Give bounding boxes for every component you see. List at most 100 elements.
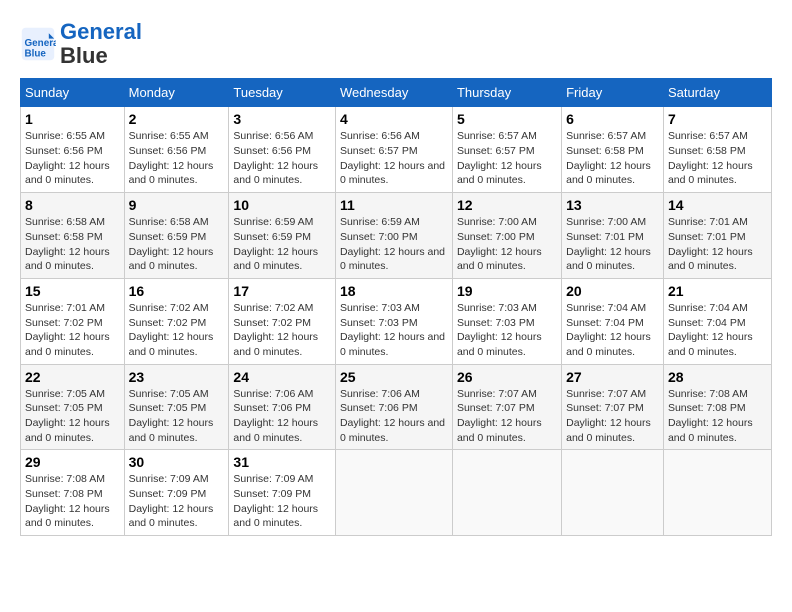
day-number: 31 (233, 454, 331, 470)
day-detail: Sunrise: 7:08 AM Sunset: 7:08 PM Dayligh… (668, 387, 767, 446)
day-detail: Sunrise: 6:58 AM Sunset: 6:58 PM Dayligh… (25, 215, 120, 274)
day-number: 21 (668, 283, 767, 299)
day-number: 16 (129, 283, 225, 299)
calendar-cell (562, 450, 664, 536)
day-detail: Sunrise: 7:02 AM Sunset: 7:02 PM Dayligh… (233, 301, 331, 360)
day-detail: Sunrise: 6:56 AM Sunset: 6:56 PM Dayligh… (233, 129, 331, 188)
week-row-1: 1 Sunrise: 6:55 AM Sunset: 6:56 PM Dayli… (21, 107, 772, 193)
day-detail: Sunrise: 7:08 AM Sunset: 7:08 PM Dayligh… (25, 472, 120, 531)
day-number: 7 (668, 111, 767, 127)
day-number: 28 (668, 369, 767, 385)
calendar-cell: 16 Sunrise: 7:02 AM Sunset: 7:02 PM Dayl… (124, 278, 229, 364)
day-number: 25 (340, 369, 448, 385)
col-header-thursday: Thursday (452, 79, 561, 107)
col-header-saturday: Saturday (663, 79, 771, 107)
calendar-cell (663, 450, 771, 536)
page-header: General Blue GeneralBlue (20, 20, 772, 68)
day-number: 22 (25, 369, 120, 385)
day-detail: Sunrise: 7:06 AM Sunset: 7:06 PM Dayligh… (340, 387, 448, 446)
col-header-tuesday: Tuesday (229, 79, 336, 107)
day-detail: Sunrise: 7:04 AM Sunset: 7:04 PM Dayligh… (566, 301, 659, 360)
calendar-cell: 11 Sunrise: 6:59 AM Sunset: 7:00 PM Dayl… (335, 193, 452, 279)
day-detail: Sunrise: 7:04 AM Sunset: 7:04 PM Dayligh… (668, 301, 767, 360)
calendar-cell: 23 Sunrise: 7:05 AM Sunset: 7:05 PM Dayl… (124, 364, 229, 450)
logo-icon: General Blue (20, 26, 56, 62)
calendar-cell: 24 Sunrise: 7:06 AM Sunset: 7:06 PM Dayl… (229, 364, 336, 450)
day-number: 1 (25, 111, 120, 127)
day-number: 5 (457, 111, 557, 127)
calendar-cell: 9 Sunrise: 6:58 AM Sunset: 6:59 PM Dayli… (124, 193, 229, 279)
calendar-cell: 31 Sunrise: 7:09 AM Sunset: 7:09 PM Dayl… (229, 450, 336, 536)
col-header-wednesday: Wednesday (335, 79, 452, 107)
day-number: 10 (233, 197, 331, 213)
calendar-cell: 25 Sunrise: 7:06 AM Sunset: 7:06 PM Dayl… (335, 364, 452, 450)
week-row-5: 29 Sunrise: 7:08 AM Sunset: 7:08 PM Dayl… (21, 450, 772, 536)
day-detail: Sunrise: 7:01 AM Sunset: 7:02 PM Dayligh… (25, 301, 120, 360)
day-detail: Sunrise: 7:02 AM Sunset: 7:02 PM Dayligh… (129, 301, 225, 360)
calendar-cell: 20 Sunrise: 7:04 AM Sunset: 7:04 PM Dayl… (562, 278, 664, 364)
calendar-cell: 1 Sunrise: 6:55 AM Sunset: 6:56 PM Dayli… (21, 107, 125, 193)
day-detail: Sunrise: 6:57 AM Sunset: 6:58 PM Dayligh… (668, 129, 767, 188)
calendar-cell: 19 Sunrise: 7:03 AM Sunset: 7:03 PM Dayl… (452, 278, 561, 364)
calendar-cell: 5 Sunrise: 6:57 AM Sunset: 6:57 PM Dayli… (452, 107, 561, 193)
day-number: 14 (668, 197, 767, 213)
day-number: 19 (457, 283, 557, 299)
calendar-cell: 8 Sunrise: 6:58 AM Sunset: 6:58 PM Dayli… (21, 193, 125, 279)
day-detail: Sunrise: 6:55 AM Sunset: 6:56 PM Dayligh… (25, 129, 120, 188)
day-number: 27 (566, 369, 659, 385)
week-row-2: 8 Sunrise: 6:58 AM Sunset: 6:58 PM Dayli… (21, 193, 772, 279)
col-header-monday: Monday (124, 79, 229, 107)
day-number: 24 (233, 369, 331, 385)
day-number: 30 (129, 454, 225, 470)
calendar-cell: 22 Sunrise: 7:05 AM Sunset: 7:05 PM Dayl… (21, 364, 125, 450)
calendar-cell: 10 Sunrise: 6:59 AM Sunset: 6:59 PM Dayl… (229, 193, 336, 279)
day-number: 13 (566, 197, 659, 213)
day-detail: Sunrise: 6:59 AM Sunset: 7:00 PM Dayligh… (340, 215, 448, 274)
day-number: 3 (233, 111, 331, 127)
col-header-sunday: Sunday (21, 79, 125, 107)
day-number: 23 (129, 369, 225, 385)
calendar-cell: 30 Sunrise: 7:09 AM Sunset: 7:09 PM Dayl… (124, 450, 229, 536)
calendar-cell: 3 Sunrise: 6:56 AM Sunset: 6:56 PM Dayli… (229, 107, 336, 193)
day-detail: Sunrise: 7:06 AM Sunset: 7:06 PM Dayligh… (233, 387, 331, 446)
day-detail: Sunrise: 7:03 AM Sunset: 7:03 PM Dayligh… (457, 301, 557, 360)
calendar-cell (452, 450, 561, 536)
day-detail: Sunrise: 7:07 AM Sunset: 7:07 PM Dayligh… (457, 387, 557, 446)
day-detail: Sunrise: 7:01 AM Sunset: 7:01 PM Dayligh… (668, 215, 767, 274)
day-detail: Sunrise: 6:57 AM Sunset: 6:58 PM Dayligh… (566, 129, 659, 188)
calendar-cell: 15 Sunrise: 7:01 AM Sunset: 7:02 PM Dayl… (21, 278, 125, 364)
day-detail: Sunrise: 6:57 AM Sunset: 6:57 PM Dayligh… (457, 129, 557, 188)
calendar-cell: 4 Sunrise: 6:56 AM Sunset: 6:57 PM Dayli… (335, 107, 452, 193)
day-number: 6 (566, 111, 659, 127)
day-number: 17 (233, 283, 331, 299)
svg-text:General: General (25, 38, 57, 49)
calendar-cell: 7 Sunrise: 6:57 AM Sunset: 6:58 PM Dayli… (663, 107, 771, 193)
calendar-cell: 6 Sunrise: 6:57 AM Sunset: 6:58 PM Dayli… (562, 107, 664, 193)
day-number: 18 (340, 283, 448, 299)
calendar-cell: 12 Sunrise: 7:00 AM Sunset: 7:00 PM Dayl… (452, 193, 561, 279)
calendar-cell: 18 Sunrise: 7:03 AM Sunset: 7:03 PM Dayl… (335, 278, 452, 364)
calendar-cell (335, 450, 452, 536)
day-number: 8 (25, 197, 120, 213)
day-detail: Sunrise: 7:09 AM Sunset: 7:09 PM Dayligh… (233, 472, 331, 531)
calendar-cell: 27 Sunrise: 7:07 AM Sunset: 7:07 PM Dayl… (562, 364, 664, 450)
day-number: 26 (457, 369, 557, 385)
day-detail: Sunrise: 7:00 AM Sunset: 7:00 PM Dayligh… (457, 215, 557, 274)
calendar-cell: 21 Sunrise: 7:04 AM Sunset: 7:04 PM Dayl… (663, 278, 771, 364)
day-number: 2 (129, 111, 225, 127)
col-header-friday: Friday (562, 79, 664, 107)
day-detail: Sunrise: 7:03 AM Sunset: 7:03 PM Dayligh… (340, 301, 448, 360)
day-detail: Sunrise: 6:59 AM Sunset: 6:59 PM Dayligh… (233, 215, 331, 274)
day-detail: Sunrise: 7:05 AM Sunset: 7:05 PM Dayligh… (129, 387, 225, 446)
calendar-cell: 2 Sunrise: 6:55 AM Sunset: 6:56 PM Dayli… (124, 107, 229, 193)
calendar-cell: 14 Sunrise: 7:01 AM Sunset: 7:01 PM Dayl… (663, 193, 771, 279)
svg-text:Blue: Blue (25, 49, 47, 60)
day-detail: Sunrise: 7:00 AM Sunset: 7:01 PM Dayligh… (566, 215, 659, 274)
day-detail: Sunrise: 7:07 AM Sunset: 7:07 PM Dayligh… (566, 387, 659, 446)
day-detail: Sunrise: 6:58 AM Sunset: 6:59 PM Dayligh… (129, 215, 225, 274)
calendar-cell: 13 Sunrise: 7:00 AM Sunset: 7:01 PM Dayl… (562, 193, 664, 279)
calendar-cell: 29 Sunrise: 7:08 AM Sunset: 7:08 PM Dayl… (21, 450, 125, 536)
day-number: 9 (129, 197, 225, 213)
day-detail: Sunrise: 7:09 AM Sunset: 7:09 PM Dayligh… (129, 472, 225, 531)
day-detail: Sunrise: 7:05 AM Sunset: 7:05 PM Dayligh… (25, 387, 120, 446)
